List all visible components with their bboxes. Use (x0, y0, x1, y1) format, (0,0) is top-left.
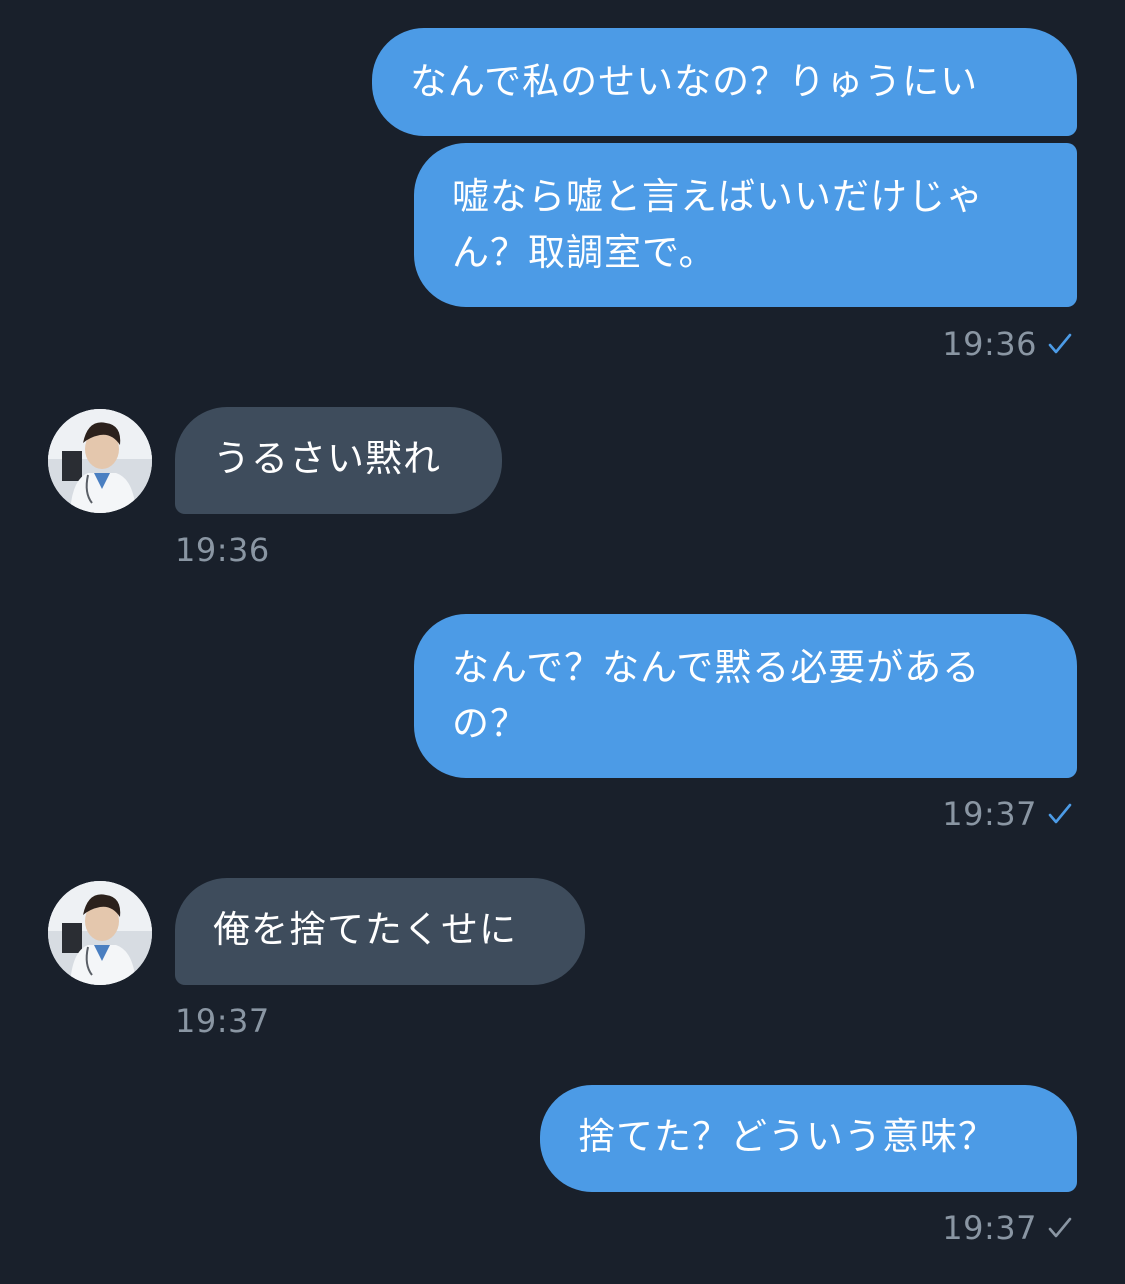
avatar-image (48, 409, 152, 513)
check-icon (1048, 1217, 1072, 1238)
message-text: 俺を捨てたくせに (213, 908, 517, 951)
outgoing-message-bubble[interactable]: なんで？なんで黙る必要があるの？ (414, 614, 1077, 778)
doctor-avatar[interactable] (48, 881, 152, 985)
message-time: 19:36 (175, 531, 270, 569)
incoming-message-bubble[interactable]: 俺を捨てたくせに (175, 878, 585, 985)
message-text: なんで？なんで黙る必要があるの？ (452, 646, 981, 745)
message-text: うるさい黙れ (213, 437, 441, 480)
message-timestamp-row: 19:37 (942, 794, 1073, 834)
outgoing-message-bubble[interactable]: 捨てた？どういう意味？ (540, 1085, 1077, 1192)
incoming-message-bubble[interactable]: うるさい黙れ (175, 407, 502, 514)
message-timestamp-row: 19:37 (942, 1208, 1073, 1248)
message-text: 捨てた？どういう意味？ (578, 1115, 996, 1158)
message-time: 19:37 (942, 795, 1037, 833)
message-text: 嘘なら嘘と言えばいいだけじゃん？取調室で。 (452, 175, 984, 274)
message-text: なんで私のせいなの？りゅうにい (410, 60, 979, 103)
outgoing-message-bubble[interactable]: 嘘なら嘘と言えばいいだけじゃん？取調室で。 (414, 143, 1077, 307)
message-timestamp-row: 19:36 (942, 324, 1073, 364)
message-time: 19:36 (942, 325, 1037, 363)
message-time: 19:37 (942, 1209, 1037, 1247)
avatar-image (48, 881, 152, 985)
message-time: 19:37 (175, 1002, 270, 1040)
outgoing-message-bubble[interactable]: なんで私のせいなの？りゅうにい (372, 28, 1077, 136)
doctor-avatar[interactable] (48, 409, 152, 513)
check-icon (1048, 803, 1072, 824)
check-icon (1048, 333, 1072, 354)
